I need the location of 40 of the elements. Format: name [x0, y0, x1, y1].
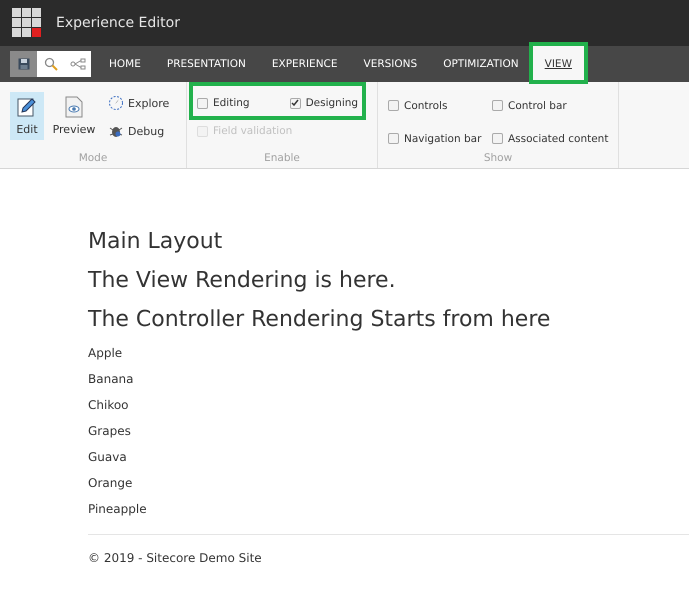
pencil-page-icon: [16, 96, 38, 118]
toolbar-button[interactable]: [10, 51, 37, 77]
checkbox-option[interactable]: Associated content: [492, 132, 608, 144]
list-item: Orange: [88, 476, 132, 490]
grid-logo-icon: [12, 8, 42, 38]
checkbox-option[interactable]: Designing: [290, 97, 358, 109]
save-icon: [18, 58, 30, 70]
compass-icon: [108, 95, 124, 111]
search-icon: [44, 57, 58, 71]
page-heading: The Controller Rendering Starts from here: [88, 307, 552, 332]
checkbox-option[interactable]: Controls: [388, 100, 448, 112]
list-item: Chikoo: [88, 398, 129, 412]
list-item: Grapes: [88, 424, 131, 438]
eye-page-icon: [65, 96, 83, 118]
list-item: Apple: [88, 346, 122, 360]
ribbon-tab[interactable]: PRESENTATION: [154, 46, 258, 82]
page-heading: The View Rendering is here.: [88, 268, 397, 293]
nodes-icon: [70, 58, 86, 70]
list-item: Pineapple: [88, 502, 147, 516]
ribbon-button[interactable]: Edit: [10, 92, 44, 140]
ribbon-tab[interactable]: HOME: [97, 46, 153, 82]
list-item: Banana: [88, 372, 134, 386]
checkbox-option[interactable]: Editing: [197, 97, 250, 109]
list-item: Guava: [88, 450, 127, 464]
group-label: Show: [482, 152, 514, 166]
group-label: Mode: [78, 152, 108, 166]
ribbon-tab[interactable]: EXPERIENCE: [260, 46, 350, 82]
ribbon-tab[interactable]: VERSIONS: [352, 46, 430, 82]
checkbox-option[interactable]: Control bar: [492, 100, 567, 112]
page-heading: Main Layout: [88, 229, 224, 254]
check-icon: [291, 99, 300, 107]
ribbon-button[interactable]: Preview: [50, 92, 98, 140]
checkbox-option[interactable]: Navigation bar: [388, 132, 482, 144]
app-title: Experience Editor: [56, 15, 180, 31]
ribbon-button[interactable]: Explore: [108, 92, 170, 114]
ribbon-button[interactable]: Debug: [108, 120, 170, 142]
ribbon-tab[interactable]: OPTIMIZATION: [431, 46, 531, 82]
footer-text: © 2019 - Sitecore Demo Site: [88, 551, 262, 565]
group-label: Enable: [263, 152, 301, 166]
ribbon-tab[interactable]: VIEW: [532, 46, 584, 82]
